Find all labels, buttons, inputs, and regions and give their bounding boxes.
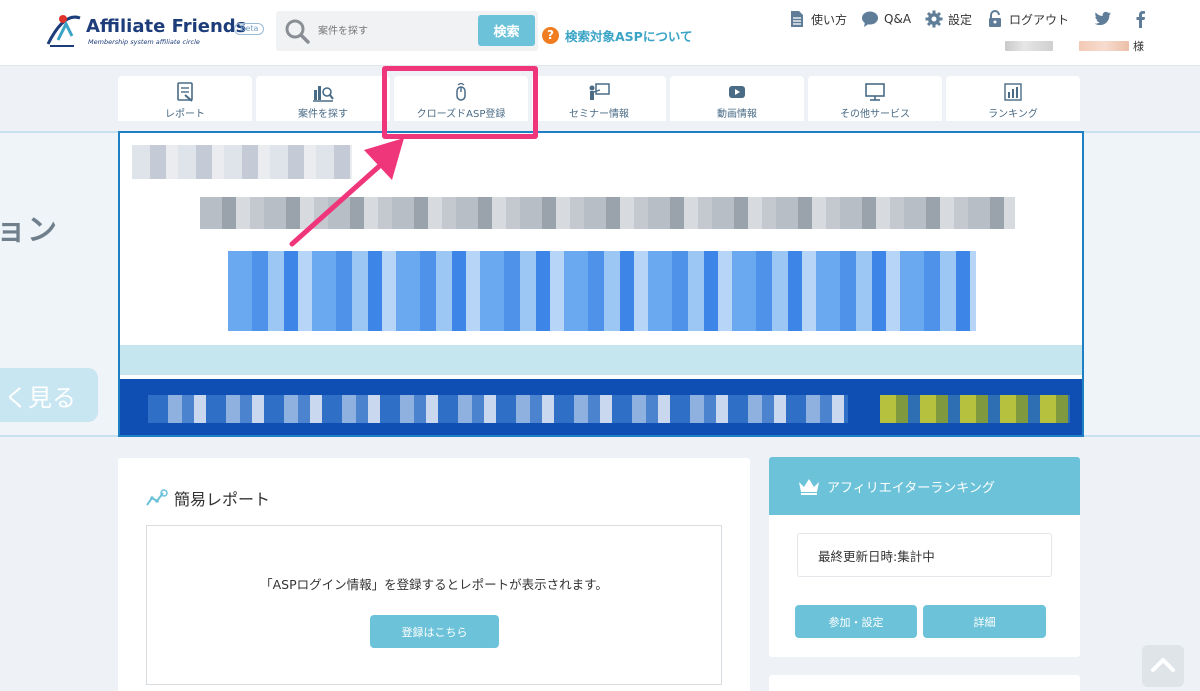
register-button[interactable]: 登録はこちら	[370, 615, 499, 648]
scroll-to-top-button[interactable]	[1142, 645, 1184, 687]
ranking-detail-button[interactable]: 詳細	[923, 605, 1046, 638]
tab-seminar[interactable]: セミナー情報	[532, 76, 666, 121]
ranking-updated: 最終更新日時:集計中	[797, 533, 1052, 577]
nav-label: Q&A	[884, 12, 912, 26]
beta-badge: Beta	[234, 23, 265, 35]
line-chart-icon	[146, 489, 168, 506]
banner-blurred-headline	[228, 251, 976, 331]
user-suffix: 様	[1133, 40, 1144, 53]
ranking-header: アフィリエイターランキング	[769, 457, 1080, 515]
nav-how-to-use[interactable]: 使い方	[788, 10, 847, 28]
tab-report[interactable]: レポート	[118, 76, 252, 121]
search-chart-icon	[313, 86, 334, 102]
top-nav: 使い方 Q&A 設定 ログアウト	[788, 10, 1083, 28]
search-input[interactable]	[318, 19, 468, 43]
banner-footer-blurred-accent	[880, 395, 1070, 423]
tab-label: レポート	[165, 109, 205, 120]
lock-icon	[989, 10, 1002, 27]
search-icon	[285, 19, 310, 44]
report-message: 「ASPログイン情報」を登録するとレポートが表示されます。	[260, 577, 608, 592]
question-icon: ?	[542, 27, 559, 44]
document-icon	[791, 11, 803, 27]
annotation-arrow	[289, 138, 404, 247]
report-icon	[177, 82, 193, 102]
tab-label: セミナー情報	[569, 109, 629, 120]
nav-label: 使い方	[811, 12, 848, 27]
prev-slide-button[interactable]: く見る	[0, 368, 98, 422]
banner-light-bar	[120, 345, 1082, 375]
crown-icon	[799, 479, 819, 495]
gear-icon	[925, 10, 943, 28]
report-empty-state: 「ASPログイン情報」を登録するとレポートが表示されます。 登録はこちら	[146, 525, 722, 685]
report-title-text: 簡易レポート	[174, 490, 271, 509]
ranking-card: アフィリエイターランキング 最終更新日時:集計中 参加・設定 詳細	[769, 457, 1080, 657]
site-header: Affiliate Friends Membership system affi…	[0, 0, 1200, 66]
twitter-icon[interactable]	[1094, 10, 1112, 28]
banner-footer-blurred-text	[148, 395, 848, 423]
logo-text: Affiliate Friends	[86, 16, 247, 37]
search-button[interactable]: 検索	[478, 15, 535, 46]
prev-slide-heading: ョン	[0, 213, 58, 248]
chevron-up-icon	[1151, 658, 1175, 672]
main-tabs: レポート 案件を探す クローズドASP登録 セミナー情報 動画情報 その他サービ…	[118, 76, 1080, 121]
logo-mark-icon	[46, 15, 81, 47]
featured-banner[interactable]	[118, 131, 1084, 437]
tab-label: 案件を探す	[298, 109, 348, 120]
report-title: 簡易レポート	[146, 486, 270, 510]
nav-settings[interactable]: 設定	[925, 10, 972, 28]
nav-logout[interactable]: ログアウト	[986, 10, 1069, 28]
bar-chart-icon	[1004, 83, 1022, 101]
tab-other-services[interactable]: その他サービス	[808, 76, 942, 121]
tab-videos[interactable]: 動画情報	[670, 76, 804, 121]
simple-report-card: 簡易レポート 「ASPログイン情報」を登録するとレポートが表示されます。 登録は…	[118, 458, 750, 691]
asp-help-link[interactable]: ? 検索対象ASPについて	[542, 26, 692, 45]
user-name-redacted	[1079, 41, 1129, 51]
seminar-icon	[589, 83, 610, 100]
nav-label: 設定	[948, 12, 973, 27]
tab-label: その他サービス	[840, 109, 910, 120]
ranking-title: アフィリエイターランキング	[827, 480, 995, 496]
user-info[interactable]: 様	[1005, 38, 1144, 54]
site-logo[interactable]: Affiliate Friends Membership system affi…	[44, 10, 265, 54]
tab-label: ランキング	[988, 109, 1038, 120]
user-id-redacted	[1005, 41, 1053, 51]
logo-tagline: Membership system affiliate circle	[88, 38, 200, 46]
closed-asp-highlight	[382, 66, 538, 139]
speech-bubble-icon	[862, 11, 879, 27]
monitor-icon	[865, 83, 885, 101]
play-icon	[729, 86, 745, 98]
tab-ranking[interactable]: ランキング	[946, 76, 1080, 121]
join-settings-button[interactable]: 参加・設定	[795, 605, 917, 638]
facebook-icon[interactable]	[1133, 10, 1147, 28]
tab-find-projects[interactable]: 案件を探す	[256, 76, 390, 121]
nav-qa[interactable]: Q&A	[861, 10, 911, 28]
asp-help-label: 検索対象ASPについて	[565, 29, 693, 44]
tab-label: 動画情報	[717, 109, 757, 120]
nav-label: ログアウト	[1009, 12, 1070, 27]
next-sidebar-card	[769, 675, 1080, 691]
